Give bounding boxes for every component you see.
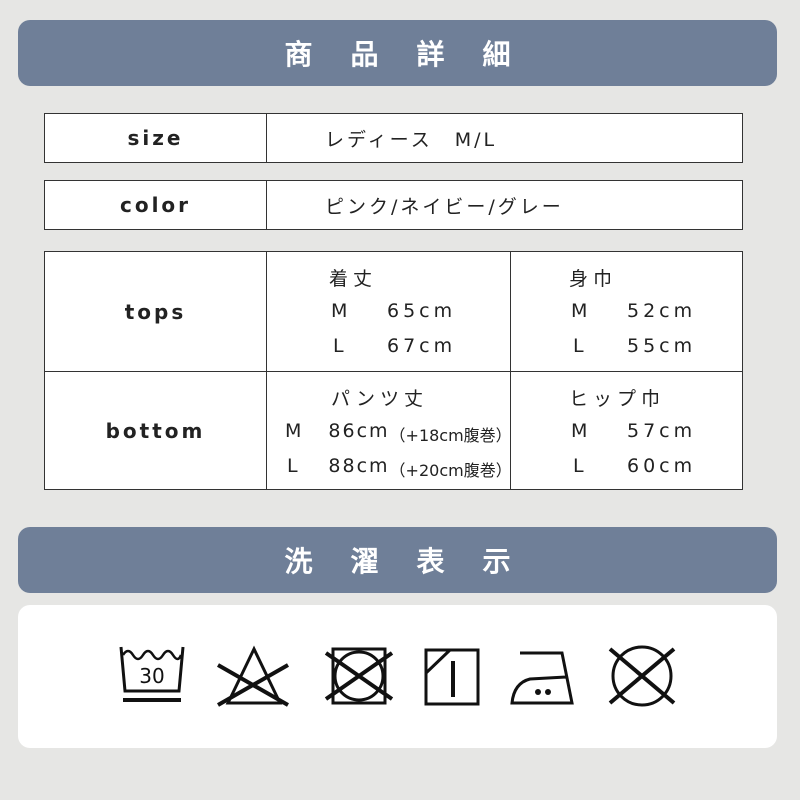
iron-medium-icon: [510, 651, 574, 705]
no-dry-clean-icon: [608, 645, 676, 707]
color-label: color: [45, 181, 267, 229]
bottom-length-l: L 88cm （+20cm腹巻）: [287, 455, 512, 481]
tops-length-cell: 着丈 M 65cm L 67cm: [267, 252, 511, 371]
size-code: L: [573, 335, 588, 357]
tops-length-heading: 着丈: [329, 268, 378, 290]
measurement: 67cm: [387, 335, 457, 357]
measurement: 52cm: [627, 300, 697, 322]
line-dry-shade-icon: [424, 648, 480, 706]
no-tumble-dry-icon: [324, 647, 394, 705]
measurement-note: （+18cm腹巻）: [389, 426, 512, 445]
size-code: L: [287, 455, 302, 477]
tops-length-l: L 67cm: [333, 335, 456, 357]
measurement: 86cm: [328, 420, 390, 442]
bottom-width-cell: ヒップ巾 M 57cm L 60cm: [511, 372, 742, 490]
size-chart: tops 着丈 M 65cm L 67cm 身巾 M 52cm L 55cm b…: [44, 251, 743, 490]
care-heading: 洗濯表示: [18, 527, 777, 593]
tops-row: tops 着丈 M 65cm L 67cm 身巾 M 52cm L 55cm: [45, 252, 742, 371]
no-bleach-icon: [217, 645, 289, 707]
bottom-row: bottom パンツ丈 M 86cm （+18cm腹巻） L 88cm （+20…: [45, 371, 742, 490]
tops-length-m: M 65cm: [331, 300, 456, 322]
tops-label: tops: [45, 252, 267, 371]
care-symbols: 30: [18, 605, 777, 748]
size-label: size: [45, 114, 267, 162]
bottom-length-cell: パンツ丈 M 86cm （+18cm腹巻） L 88cm （+20cm腹巻）: [267, 372, 512, 490]
bottom-length-heading: パンツ丈: [331, 388, 428, 410]
tops-width-heading: 身巾: [569, 268, 618, 290]
tops-width-cell: 身巾 M 52cm L 55cm: [511, 252, 742, 371]
measurement: 57cm: [627, 420, 697, 442]
measurement-note: （+20cm腹巻）: [389, 461, 512, 480]
size-code: L: [333, 335, 348, 357]
measurement: 65cm: [387, 300, 457, 322]
bottom-width-heading: ヒップ巾: [569, 388, 666, 410]
wash-temp-text: 30: [139, 664, 164, 688]
size-code: M: [331, 300, 352, 322]
color-row: color ピンク/ネイビー/グレー: [44, 180, 743, 230]
bottom-width-m: M 57cm: [571, 420, 696, 442]
tops-width-l: L 55cm: [573, 335, 696, 357]
measurement: 60cm: [627, 455, 697, 477]
bottom-label: bottom: [45, 372, 267, 490]
bottom-length-m: M 86cm （+18cm腹巻）: [285, 420, 512, 446]
size-code: M: [571, 420, 592, 442]
size-code: M: [571, 300, 592, 322]
tops-width-m: M 52cm: [571, 300, 696, 322]
size-value: レディース M/L: [325, 128, 498, 151]
size-code: M: [285, 420, 306, 442]
wash-30-gentle-icon: 30: [119, 646, 185, 702]
measurement: 88cm: [328, 455, 390, 477]
bottom-width-l: L 60cm: [573, 455, 696, 477]
size-row: size レディース M/L: [44, 113, 743, 163]
measurement: 55cm: [627, 335, 697, 357]
color-value: ピンク/ネイビー/グレー: [325, 195, 564, 218]
size-code: L: [573, 455, 588, 477]
product-details-heading: 商品詳細: [18, 20, 777, 86]
